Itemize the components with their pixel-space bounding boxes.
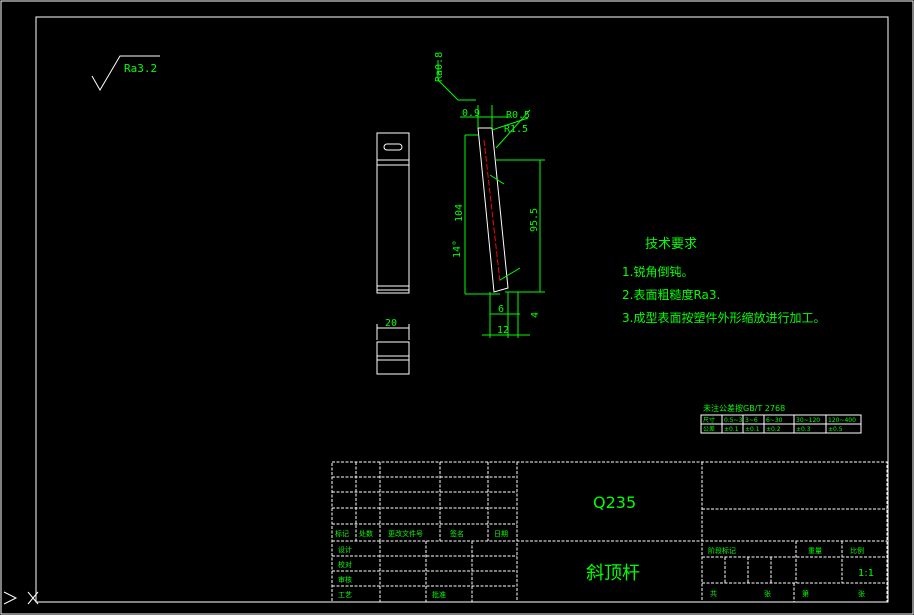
tol-value-5: ±0.5 <box>828 426 843 433</box>
tech-requirements: 技术要求 1.锐角倒钝。 2.表面粗糙度Ra3. 3.成型表面按塑件外形缩放进行… <box>622 237 825 325</box>
tb-label-count: 处数 <box>359 529 373 538</box>
tb-page: 第 <box>802 589 809 598</box>
tol-value-2: ±0.1 <box>745 426 760 433</box>
part-name: 斜顶杆 <box>586 563 640 584</box>
tb-label-approve: 批准 <box>432 590 446 599</box>
dim-small-offset: 4 <box>530 312 541 318</box>
tb-label-weight: 重量 <box>808 547 822 555</box>
tol-value-3: ±0.2 <box>766 426 781 433</box>
tol-header-4: 30~120 <box>796 417 820 424</box>
tol-header-1: 0.5~3 <box>724 417 743 424</box>
roughness-value: Ra3.2 <box>124 62 157 75</box>
tb-label-mark: 标记 <box>335 529 349 538</box>
tb-label-sign: 签名 <box>450 529 464 538</box>
dim-length-left: 104 <box>454 204 465 222</box>
tb-total: 共 <box>710 589 717 598</box>
tol-header-5: 120~400 <box>828 417 856 424</box>
tol-header-2: 3~6 <box>745 417 758 424</box>
tol-value-4: ±0.3 <box>796 426 811 433</box>
dim-top-offset: 0.9 <box>462 108 480 119</box>
drawing-frame <box>35 16 889 603</box>
dim-bottom-a: 6 <box>498 304 504 315</box>
dim-radius-1: R0.5 <box>506 110 530 121</box>
scale-value: 1:1 <box>858 568 874 579</box>
cad-drawing: Ra3.2 20 Ra0.8 0.9 R0.5 R1.5 104 95.5 14… <box>0 0 914 615</box>
tb-label-check: 校对 <box>338 560 352 569</box>
tol-header-0: 尺寸 <box>703 416 715 424</box>
tb-label-process: 工艺 <box>338 591 352 599</box>
tb-label-date: 日期 <box>494 530 508 538</box>
tolerance-caption: 未注公差按GB/T 2768 <box>703 403 785 413</box>
dim-length-right: 95.5 <box>529 208 540 232</box>
tol-value-0: 公差 <box>703 425 715 433</box>
tolerance-table: 未注公差按GB/T 2768 尺寸 0.5~3 3~6 6~30 30~120 … <box>700 403 862 434</box>
bottom-view <box>376 324 410 375</box>
tb-label-change: 更改文件号 <box>388 529 423 538</box>
front-view <box>376 132 410 294</box>
material-label: Q235 <box>593 493 636 512</box>
width-dimension: 20 <box>385 318 397 329</box>
tb-sheet-2: 张 <box>858 589 865 598</box>
tol-value-1: ±0.1 <box>724 426 739 433</box>
roughness-symbol: Ra3.2 <box>91 55 160 91</box>
tech-item-3: 3.成型表面按塑件外形缩放进行加工。 <box>622 310 825 325</box>
tech-item-2: 2.表面粗糙度Ra3. <box>622 287 720 302</box>
tol-header-3: 6~30 <box>766 417 783 424</box>
ucs-icon <box>3 591 39 605</box>
tb-label-review: 审核 <box>338 575 352 584</box>
side-view <box>437 60 545 338</box>
tech-item-1: 1.锐角倒钝。 <box>622 265 693 279</box>
dim-radius-2: R1.5 <box>504 124 528 135</box>
tb-label-scale: 比例 <box>850 546 864 555</box>
tb-label-stage: 阶段标记 <box>708 546 736 555</box>
dim-bottom-b: 12 <box>497 325 509 336</box>
tb-sheet-1: 张 <box>764 589 771 598</box>
outer-border <box>0 0 914 615</box>
tb-label-design: 设计 <box>338 545 352 554</box>
tech-title: 技术要求 <box>645 237 697 252</box>
side-roughness: Ra0.8 <box>434 52 445 82</box>
dim-angle: 14° <box>452 240 463 258</box>
